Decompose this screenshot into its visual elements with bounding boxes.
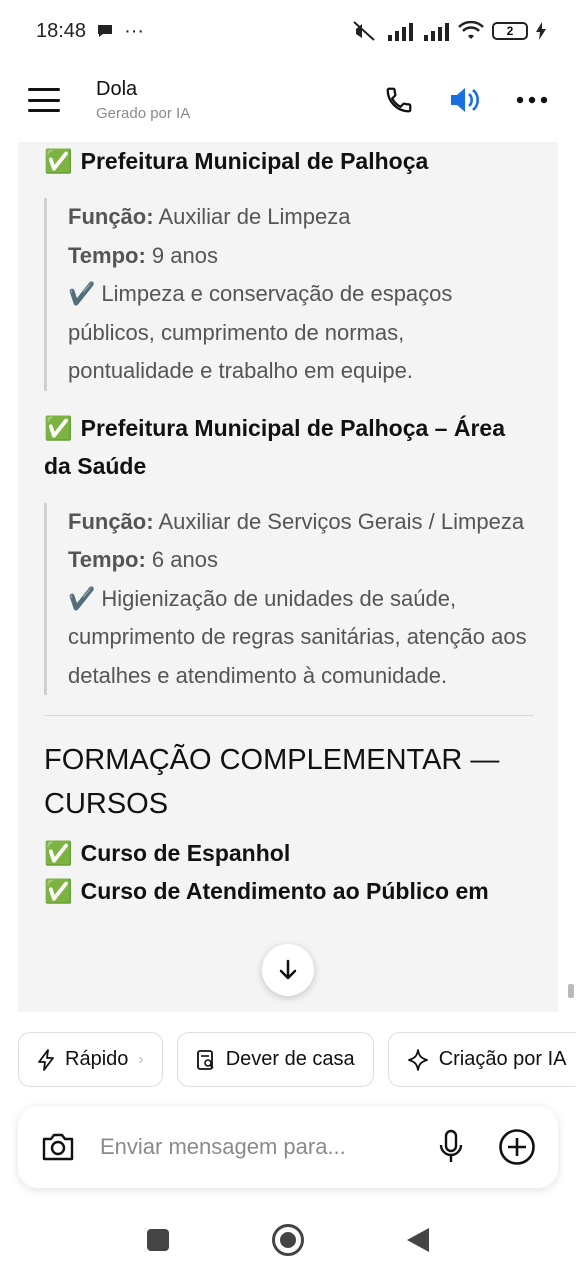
job2-function: Função: Auxiliar de Serviços Gerais / Li… (68, 503, 534, 542)
tick-icon: ✔️ (68, 281, 96, 306)
job-heading-1: ✅ Prefeitura Municipal de Palhoça (44, 142, 534, 180)
charging-icon (536, 22, 546, 40)
recent-apps-icon[interactable] (145, 1227, 171, 1253)
message-content: ✅ Prefeitura Municipal de Palhoça Função:… (44, 142, 534, 910)
time-value: 9 anos (145, 242, 218, 268)
chevron-right-icon: › (138, 1050, 144, 1068)
job-heading-2: ✅ Prefeitura Municipal de Palhoça – Área … (44, 409, 534, 485)
course-2-text: Curso de Atendimento ao Público em (80, 878, 489, 904)
add-icon[interactable] (498, 1128, 536, 1166)
course-item-1: ✅ Curso de Espanhol (44, 834, 534, 872)
chat-bubble-icon (98, 25, 113, 37)
time-label: Tempo: (68, 547, 146, 572)
menu-icon[interactable] (28, 88, 60, 112)
section-heading: FORMAÇÃO COMPLEMENTAR — CURSOS (44, 744, 500, 820)
chip-criacao-label: Criação por IA (438, 1048, 567, 1070)
chip-rapido-label: Rápido (65, 1048, 129, 1070)
speaker-icon[interactable] (448, 85, 482, 115)
message-composer (18, 1106, 558, 1188)
function-value: Auxiliar de Limpeza (153, 204, 351, 229)
job2-time: Tempo: 6 anos (68, 541, 534, 580)
status-more-dots: ··· (124, 19, 145, 42)
sparkle-icon (407, 1048, 428, 1071)
job1-description-text: Limpeza e conservação de espaços público… (68, 281, 453, 383)
message-input[interactable] (100, 1134, 438, 1160)
function-label: Função: (68, 508, 154, 534)
job-details-2: Função: Auxiliar de Serviços Gerais / Li… (44, 502, 534, 696)
battery-level: 2 (506, 24, 514, 38)
system-nav-bar (0, 1200, 576, 1280)
course-item-2: ✅ Curso de Atendimento ao Público em (44, 872, 534, 910)
phone-icon[interactable] (384, 85, 414, 115)
job-heading-1-text: Prefeitura Municipal de Palhoça (80, 148, 429, 174)
header-title-group: Dola Gerado por IA (96, 78, 384, 122)
signal-icon-2 (424, 23, 449, 41)
job1-description: ✔️ Limpeza e conservação de espaços públi… (68, 275, 534, 391)
tick-icon: ✔️ (68, 585, 96, 611)
lightning-icon (38, 1048, 54, 1071)
status-time: 18:48 (36, 19, 87, 42)
job1-function: Função: Auxiliar de Limpeza (68, 198, 534, 237)
status-bar: 18:48 ··· 2 (0, 0, 576, 62)
signal-icon (388, 23, 413, 41)
scroll-down-button[interactable] (262, 944, 314, 996)
chat-subtitle: Gerado por IA (96, 105, 191, 122)
check-mark-icon: ✅ (44, 148, 73, 174)
more-options-icon[interactable] (516, 96, 548, 104)
job2-description-text: Higienização de unidades de saúde, cumpr… (68, 585, 527, 688)
course-1-text: Curso de Espanhol (80, 840, 291, 866)
function-value: Auxiliar de Serviços Gerais / Limpeza (153, 508, 525, 534)
chip-dever-label: Dever de casa (225, 1048, 355, 1070)
battery-icon: 2 (492, 22, 528, 40)
check-mark-icon: ✅ (44, 414, 73, 441)
job-heading-2-text: Prefeitura Municipal de Palhoça – Área d… (44, 414, 506, 479)
check-mark-icon: ✅ (44, 878, 73, 904)
divider (44, 715, 534, 716)
check-mark-icon: ✅ (44, 840, 73, 866)
back-icon[interactable] (405, 1226, 431, 1254)
function-label: Função: (68, 204, 154, 229)
arrow-down-icon (279, 959, 297, 980)
time-value: 6 anos (145, 547, 218, 572)
quick-actions: Rápido › Dever de casa Criação por IA (18, 1032, 576, 1087)
home-icon[interactable] (271, 1223, 305, 1257)
microphone-icon[interactable] (438, 1129, 464, 1165)
homework-icon (196, 1049, 214, 1070)
scrollbar-thumb[interactable] (568, 984, 574, 998)
chip-criacao-ia[interactable]: Criação por IA (387, 1032, 576, 1087)
time-label: Tempo: (68, 242, 146, 268)
chat-title: Dola (96, 78, 138, 100)
chat-header: Dola Gerado por IA (0, 62, 576, 138)
job2-description: ✔️ Higienização de unidades de saúde, cum… (68, 580, 534, 696)
wifi-icon (458, 21, 484, 39)
camera-icon[interactable] (40, 1131, 76, 1163)
chip-rapido[interactable]: Rápido › (18, 1032, 163, 1087)
mute-icon (353, 21, 375, 41)
job-details-1: Função: Auxiliar de Limpeza Tempo: 9 ano… (44, 198, 534, 391)
message-panel[interactable]: ✅ Prefeitura Municipal de Palhoça Função:… (18, 142, 558, 1012)
chip-dever-de-casa[interactable]: Dever de casa (176, 1032, 374, 1087)
job1-time: Tempo: 9 anos (68, 237, 534, 276)
